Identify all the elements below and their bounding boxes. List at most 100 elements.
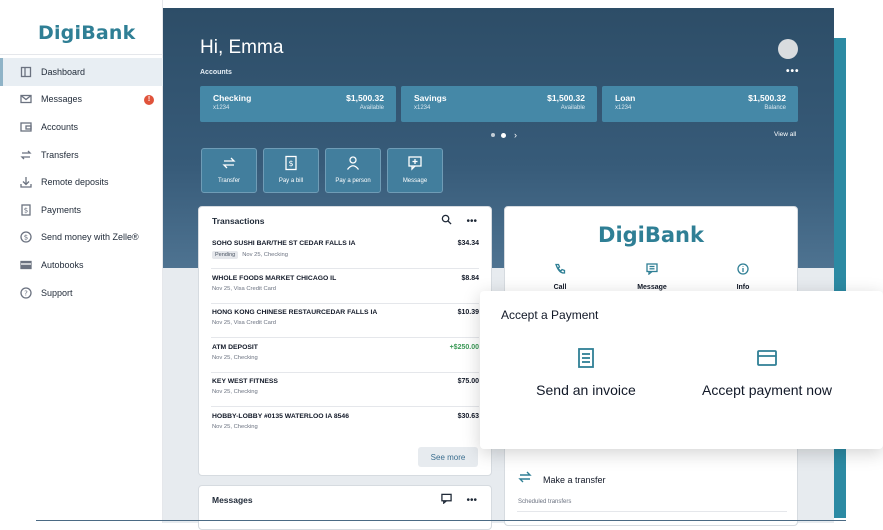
transaction-row[interactable]: SOHO SUSHI BAR/THE ST CEDAR FALLS IA Pen… xyxy=(211,235,479,269)
card-toolbar: ••• xyxy=(441,214,477,228)
more-button[interactable]: ••• xyxy=(466,216,477,227)
transaction-description: HONG KONG CHINESE RESTAURCEDAR FALLS IA xyxy=(212,309,378,316)
transaction-meta: Nov 25, Visa Credit Card xyxy=(212,320,277,326)
account-card-loan[interactable]: Loan x1234 $1,500.32 Balance xyxy=(602,86,798,122)
sidebar-item-label: Autobooks xyxy=(41,259,84,270)
message-button[interactable]: Message xyxy=(622,262,682,291)
option-label: Send an invoice xyxy=(536,382,636,398)
transaction-description: HOBBY-LOBBY #0135 WATERLOO IA 8546 xyxy=(212,413,349,420)
quick-action-pay-bill[interactable]: $ Pay a bill xyxy=(263,148,319,193)
accounts-label: Accounts xyxy=(200,69,232,76)
sidebar-item-transfers[interactable]: Transfers xyxy=(0,141,163,169)
help-icon: ? xyxy=(20,286,32,299)
sidebar-item-label: Accounts xyxy=(41,121,79,132)
account-balance: $1,500.32 xyxy=(748,93,786,103)
accept-payment-now-button[interactable]: Accept payment now xyxy=(689,347,845,398)
search-icon[interactable] xyxy=(441,214,453,228)
make-transfer-button[interactable]: Make a transfer xyxy=(517,469,606,490)
sidebar-item-messages[interactable]: Messages ! xyxy=(0,86,163,114)
avatar[interactable] xyxy=(778,39,798,59)
info-button[interactable]: Info xyxy=(713,262,773,291)
divider xyxy=(517,511,787,512)
transaction-row[interactable]: ATM DEPOSIT Nov 25, Checking +$250.00 xyxy=(211,339,479,373)
card-icon xyxy=(20,259,32,271)
download-icon xyxy=(20,176,32,188)
divider xyxy=(0,54,163,55)
dollar-circle-icon: $ xyxy=(20,231,32,244)
balance-type: Available xyxy=(359,105,384,111)
account-balance: $1,500.32 xyxy=(346,93,384,103)
chat-icon[interactable] xyxy=(441,493,453,507)
account-name: Checking xyxy=(213,93,252,103)
call-button[interactable]: Call xyxy=(530,262,590,291)
balance-type: Balance xyxy=(764,105,786,111)
account-name: Savings xyxy=(414,93,447,103)
sidebar-item-zelle[interactable]: $ Send money with Zelle® xyxy=(0,224,163,252)
account-number: x1234 xyxy=(213,105,230,111)
sidebar-item-autobooks[interactable]: Autobooks xyxy=(0,251,163,279)
make-transfer-label: Make a transfer xyxy=(543,474,606,485)
transaction-meta: Nov 25, Checking xyxy=(212,424,258,430)
sidebar-item-remote-deposits[interactable]: Remote deposits xyxy=(0,168,163,196)
transaction-row[interactable]: HOBBY-LOBBY #0135 WATERLOO IA 8546 Nov 2… xyxy=(211,408,479,442)
transaction-date: Nov 25, Checking xyxy=(242,252,288,258)
bill-icon: $ xyxy=(264,155,318,171)
brand-logo: DigiBank xyxy=(38,22,136,44)
svg-text:$: $ xyxy=(24,234,28,242)
transfer-icon xyxy=(20,149,32,161)
transaction-amount: $10.39 xyxy=(457,309,479,316)
transaction-row[interactable]: WHOLE FOODS MARKET CHICAGO IL Nov 25, Vi… xyxy=(211,270,479,304)
quick-action-message[interactable]: Message xyxy=(387,148,443,193)
account-card-checking[interactable]: Checking x1234 $1,500.32 Available xyxy=(200,86,396,122)
accounts-more-button[interactable]: ••• xyxy=(786,66,800,77)
sidebar-item-label: Send money with Zelle® xyxy=(41,232,139,243)
account-card-savings[interactable]: Savings x1234 $1,500.32 Available xyxy=(401,86,597,122)
quick-action-label: Pay a person xyxy=(335,178,371,184)
sidebar-item-label: Payments xyxy=(41,204,82,215)
carousel-dots: › xyxy=(491,130,517,140)
action-label: Info xyxy=(736,284,750,291)
transactions-title: Transactions xyxy=(212,216,265,226)
card-toolbar: ••• xyxy=(441,493,477,507)
option-label: Accept payment now xyxy=(702,382,832,398)
quick-action-pay-person[interactable]: Pay a person xyxy=(325,148,381,193)
sidebar-item-payments[interactable]: $ Payments xyxy=(0,196,163,224)
svg-text:$: $ xyxy=(288,159,293,168)
sidebar-item-dashboard[interactable]: Dashboard xyxy=(0,58,163,86)
dollar-doc-icon: $ xyxy=(20,204,32,216)
carousel-dot[interactable] xyxy=(491,133,495,137)
sidebar-item-accounts[interactable]: Accounts xyxy=(0,113,163,141)
view-all-link[interactable]: View all xyxy=(774,131,796,138)
dashboard-icon xyxy=(20,66,32,78)
send-invoice-button[interactable]: Send an invoice xyxy=(528,347,644,398)
more-button[interactable]: ••• xyxy=(466,495,477,506)
transaction-meta: Pending Nov 25, Checking xyxy=(212,251,288,259)
transaction-amount: $34.34 xyxy=(457,240,479,247)
messages-title: Messages xyxy=(212,495,253,505)
chevron-right-icon[interactable]: › xyxy=(514,130,517,140)
info-icon xyxy=(737,262,749,279)
sidebar-item-label: Remote deposits xyxy=(41,177,109,188)
transactions-card: Transactions ••• SOHO SUSHI BAR/THE ST C… xyxy=(198,206,492,476)
notification-badge: ! xyxy=(144,94,154,105)
svg-text:$: $ xyxy=(24,206,28,214)
person-icon xyxy=(326,155,380,171)
messages-card: Messages ••• xyxy=(198,485,492,530)
svg-text:?: ? xyxy=(24,289,28,297)
transfer-icon xyxy=(517,469,533,490)
quick-action-label: Pay a bill xyxy=(278,178,304,184)
transaction-row[interactable]: HONG KONG CHINESE RESTAURCEDAR FALLS IA … xyxy=(211,304,479,338)
transaction-meta: Nov 25, Checking xyxy=(212,389,258,395)
see-more-button[interactable]: See more xyxy=(418,447,478,467)
accept-payment-popover: Accept a Payment Send an invoice Accept … xyxy=(480,291,883,449)
wallet-icon xyxy=(20,121,32,133)
transaction-amount: $75.00 xyxy=(457,378,479,385)
carousel-dot-active[interactable] xyxy=(501,132,506,138)
quick-action-transfer[interactable]: Transfer xyxy=(201,148,257,193)
transfer-icon xyxy=(202,155,256,171)
message-icon xyxy=(646,262,658,279)
sidebar-item-label: Support xyxy=(41,287,73,298)
transaction-row[interactable]: KEY WEST FITNESS Nov 25, Checking $75.00 xyxy=(211,373,479,407)
account-number: x1234 xyxy=(414,105,431,111)
sidebar-item-support[interactable]: ? Support xyxy=(0,279,163,307)
